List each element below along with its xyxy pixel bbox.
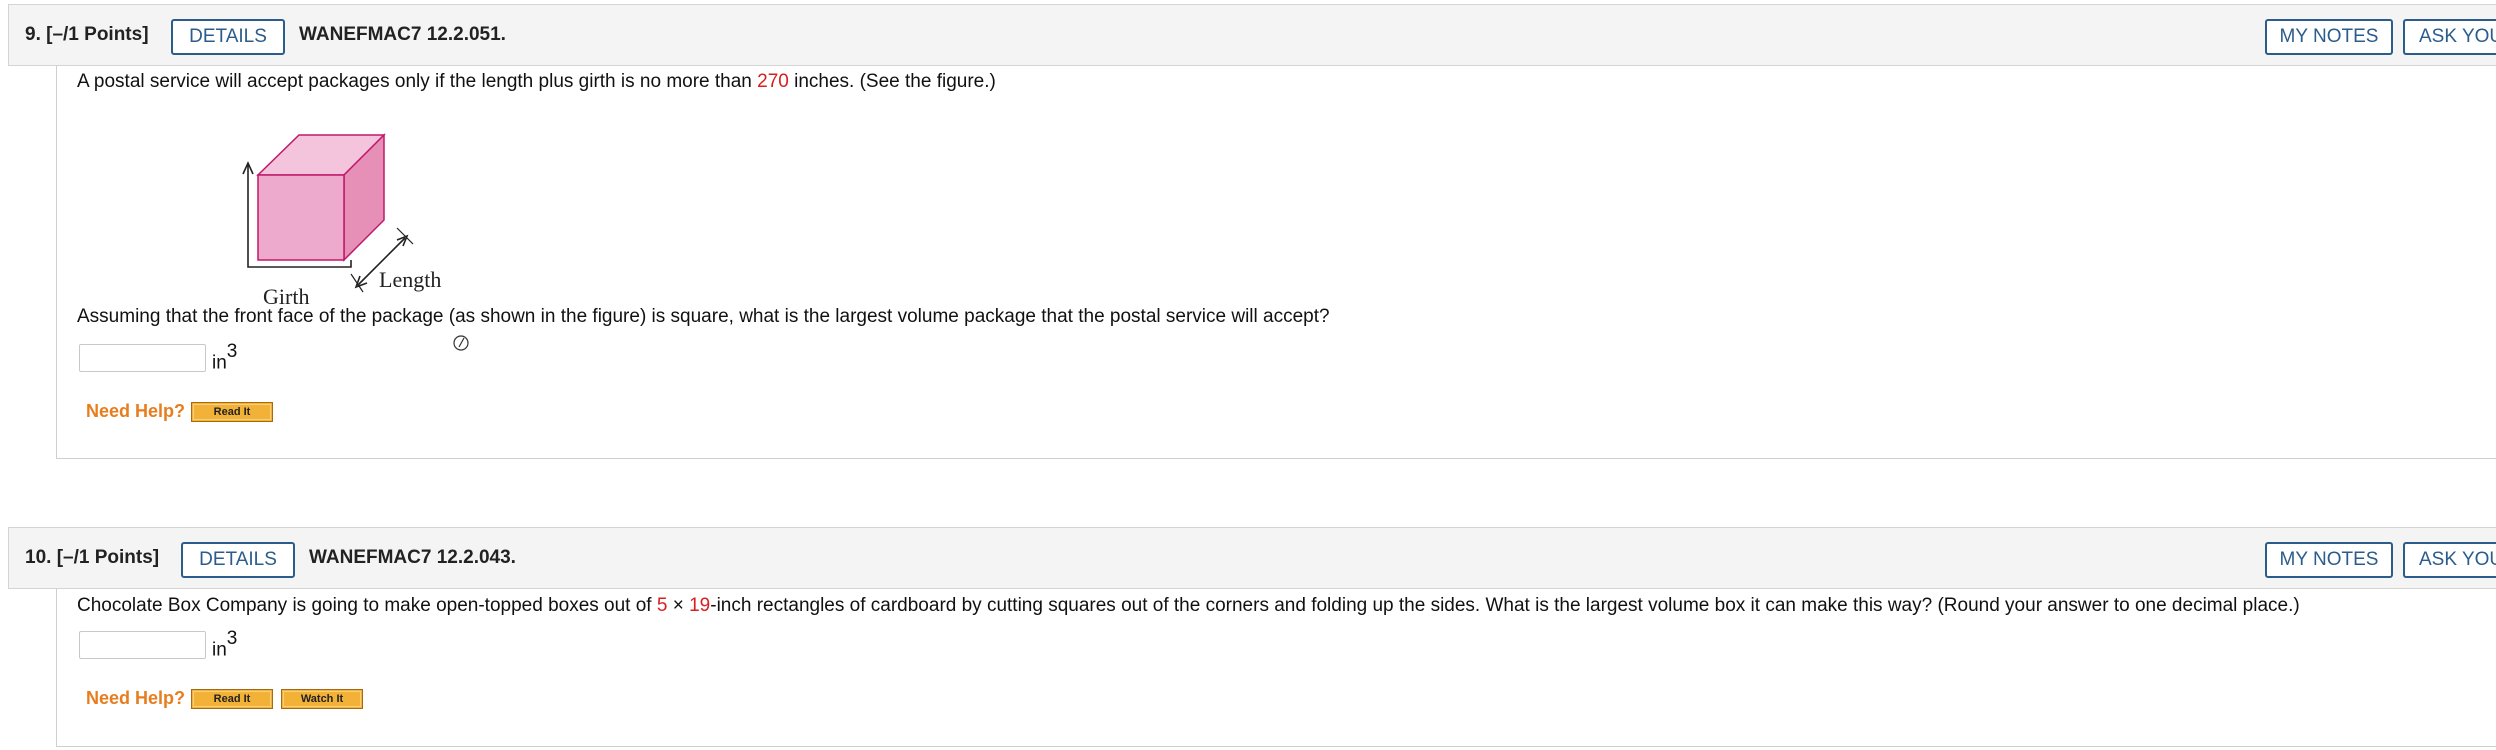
problem-statement: A postal service will accept packages on… bbox=[77, 71, 996, 93]
question-10-header: 10. [–/1 Points] DETAILS WANEFMAC7 12.2.… bbox=[8, 527, 2496, 589]
unit-label: in3 bbox=[212, 628, 237, 661]
problem-text: Chocolate Box Company is going to make o… bbox=[77, 595, 657, 616]
question-9-body: A postal service will accept packages on… bbox=[56, 66, 2496, 459]
need-help-label: Need Help? bbox=[86, 688, 186, 708]
length-label: Length bbox=[379, 267, 441, 292]
ask-your-teacher-button[interactable]: ASK YOUR bbox=[2403, 19, 2496, 55]
question-code: WANEFMAC7 12.2.051. bbox=[299, 24, 506, 45]
highlight-value: 270 bbox=[757, 71, 789, 92]
problem-text: -inch rectangles of cardboard by cutting… bbox=[710, 595, 2300, 616]
details-button[interactable]: DETAILS bbox=[171, 19, 285, 55]
question-text: Assuming that the front face of the pack… bbox=[77, 306, 1330, 327]
unit-power: 3 bbox=[226, 628, 238, 649]
my-notes-button[interactable]: MY NOTES bbox=[2265, 542, 2393, 578]
details-button[interactable]: DETAILS bbox=[181, 542, 295, 578]
times-symbol: × bbox=[667, 595, 690, 616]
question-code: WANEFMAC7 12.2.043. bbox=[309, 547, 516, 568]
unit-text: in bbox=[212, 352, 227, 374]
unit-label: in3 bbox=[212, 341, 237, 374]
problem-text: inches. (See the figure.) bbox=[788, 71, 996, 92]
my-notes-button[interactable]: MY NOTES bbox=[2265, 19, 2393, 55]
box-front-face bbox=[257, 174, 345, 261]
answer-input[interactable] bbox=[79, 344, 206, 372]
problem-text: A postal service will accept packages on… bbox=[77, 71, 758, 92]
ask-your-teacher-button[interactable]: ASK YOUR bbox=[2403, 542, 2496, 578]
question-number-points: 10. [–/1 Points] bbox=[25, 547, 160, 568]
unit-power: 3 bbox=[226, 341, 238, 362]
highlight-value: 5 bbox=[656, 595, 668, 616]
highlight-value: 19 bbox=[689, 595, 711, 616]
watch-it-button[interactable]: Watch It bbox=[281, 689, 363, 709]
question-9-header: 9. [–/1 Points] DETAILS WANEFMAC7 12.2.0… bbox=[8, 4, 2496, 66]
question-10-body: Chocolate Box Company is going to make o… bbox=[56, 589, 2496, 747]
question-number-points: 9. [–/1 Points] bbox=[25, 24, 149, 45]
answer-input[interactable] bbox=[79, 631, 206, 659]
need-help-label: Need Help? bbox=[86, 401, 186, 421]
read-it-button[interactable]: Read It bbox=[191, 689, 273, 709]
unit-text: in bbox=[212, 639, 227, 661]
read-it-button[interactable]: Read It bbox=[191, 402, 273, 422]
problem-statement: Chocolate Box Company is going to make o… bbox=[77, 595, 2300, 617]
